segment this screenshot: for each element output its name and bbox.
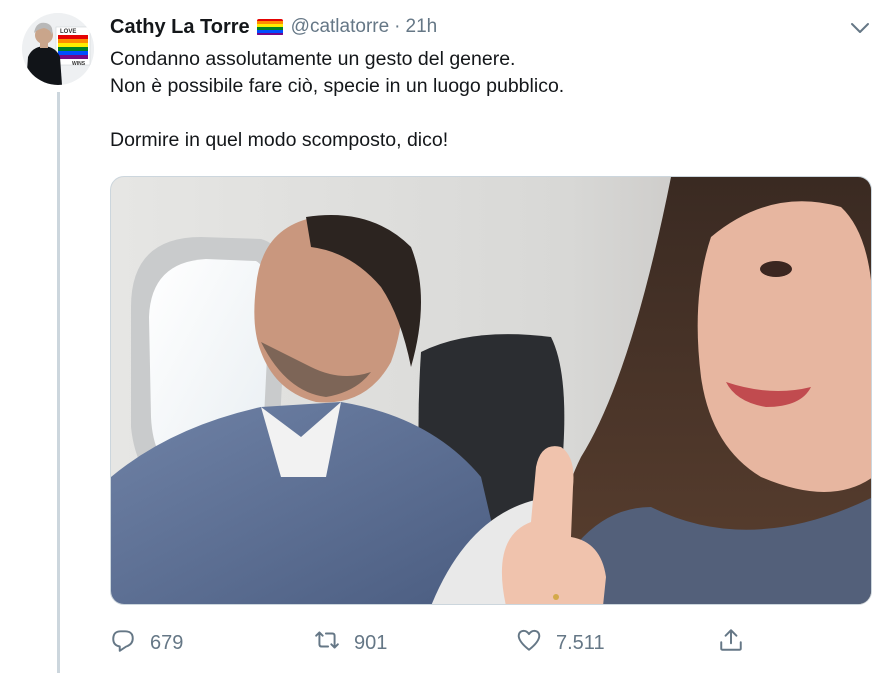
tweet-text-line: Condanno assolutamente un gesto del gene… <box>110 48 516 70</box>
tweet[interactable]: LOVE WINS Cathy La Torre @catlatorre · 2… <box>0 0 895 673</box>
avatar-love-text: LOVE <box>60 29 76 35</box>
action-bar: 679 901 7.511 <box>110 626 872 660</box>
avatar[interactable]: LOVE WINS <box>22 13 94 85</box>
chevron-down-icon[interactable] <box>848 16 872 40</box>
reply-count: 679 <box>150 631 184 654</box>
display-name[interactable]: Cathy La Torre <box>110 16 250 39</box>
separator-dot: · <box>394 16 401 37</box>
like-count: 7.511 <box>556 631 605 654</box>
rainbow-flag-icon <box>256 18 283 36</box>
handle[interactable]: @catlatorre <box>291 16 390 38</box>
tweet-text: Condanno assolutamente un gesto del gene… <box>110 46 870 154</box>
tweet-text-line: Non è possibile fare ciò, specie in un l… <box>110 75 565 97</box>
reply-icon <box>110 627 136 659</box>
reply-button[interactable]: 679 <box>110 626 183 660</box>
tweet-text-line <box>110 100 870 127</box>
thread-line <box>57 92 60 673</box>
tweet-photo[interactable] <box>110 176 872 605</box>
timestamp[interactable]: 21h <box>406 16 438 38</box>
retweet-button[interactable]: 901 <box>314 626 387 660</box>
like-icon <box>516 627 542 659</box>
tweet-text-line: Dormire in quel modo scomposto, dico! <box>110 129 449 151</box>
share-icon <box>718 627 744 659</box>
avatar-wins-text: WINS <box>72 61 86 67</box>
tweet-header: Cathy La Torre @catlatorre · 21h <box>110 14 437 40</box>
retweet-count: 901 <box>354 631 388 654</box>
share-button[interactable] <box>718 626 744 660</box>
retweet-icon <box>314 627 340 659</box>
like-button[interactable]: 7.511 <box>516 626 605 660</box>
